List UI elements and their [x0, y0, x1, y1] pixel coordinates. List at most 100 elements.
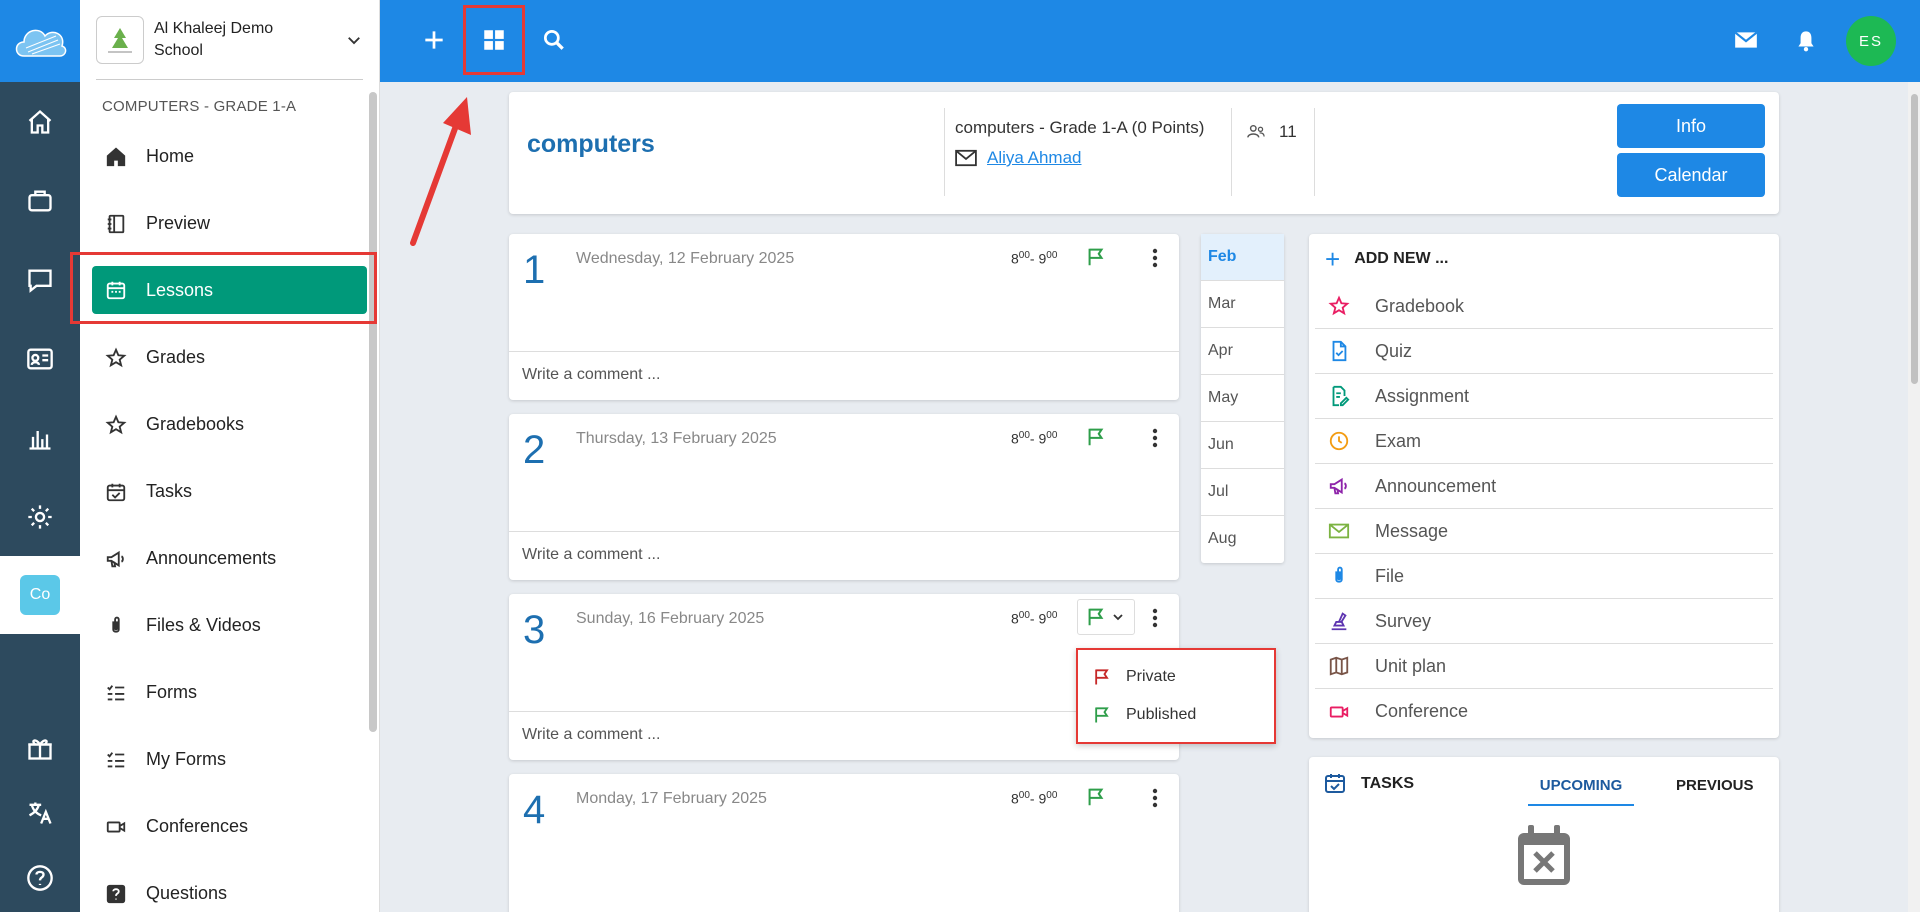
rail-profile[interactable]	[0, 319, 80, 398]
search-button[interactable]	[532, 18, 576, 62]
add-survey[interactable]: Survey	[1315, 599, 1773, 644]
rail-help[interactable]	[0, 845, 80, 910]
page-scrollbar[interactable]	[1908, 82, 1920, 912]
rail-home[interactable]	[0, 82, 80, 161]
add-quiz[interactable]: Quiz	[1315, 329, 1773, 374]
month-item[interactable]: Feb	[1201, 234, 1284, 281]
lesson-card-2[interactable]: 2 Thursday, 13 February 2025 800- 900 Wr…	[509, 414, 1179, 580]
calendar-empty-icon	[1518, 825, 1570, 885]
add-exam[interactable]: Exam	[1315, 419, 1773, 464]
month-item[interactable]: Aug	[1201, 516, 1284, 563]
nav-preview[interactable]: Preview	[80, 190, 379, 257]
calendar-button[interactable]: Calendar	[1617, 153, 1765, 197]
lesson-time: 800- 900	[1011, 250, 1058, 267]
add-new-header[interactable]: + ADD NEW ...	[1309, 234, 1779, 284]
mail-icon	[1734, 31, 1758, 48]
map-icon	[1329, 656, 1349, 676]
app-logo[interactable]	[0, 0, 80, 82]
comment-input[interactable]: Write a comment ...	[509, 351, 1179, 400]
option-published[interactable]: Published	[1078, 696, 1274, 734]
tasks-title: TASKS	[1361, 775, 1415, 792]
school-logo	[96, 15, 144, 64]
add-assignment[interactable]: Assignment	[1315, 374, 1773, 419]
chat-icon	[28, 269, 52, 293]
tab-upcoming[interactable]: UPCOMING	[1528, 777, 1634, 806]
month-item[interactable]: Apr	[1201, 328, 1284, 375]
chevron-down-icon	[1113, 614, 1123, 621]
lesson-card-1[interactable]: 1 Wednesday, 12 February 2025 800- 900 W…	[509, 234, 1179, 400]
course-header-card: computers computers - Grade 1-A (0 Point…	[509, 92, 1779, 214]
nav-forms[interactable]: Forms	[80, 659, 379, 726]
lesson-card-4[interactable]: 4 Monday, 17 February 2025 800- 900	[509, 774, 1179, 912]
add-button[interactable]	[412, 18, 456, 62]
add-announcement[interactable]: Announcement	[1315, 464, 1773, 509]
start-hour: 8	[1011, 790, 1019, 807]
more-vert-icon[interactable]	[1145, 786, 1165, 810]
nav-label: Gradebooks	[146, 414, 245, 434]
rail-settings[interactable]	[0, 477, 80, 556]
rail-messages[interactable]	[0, 240, 80, 319]
nav-label: Announcements	[146, 548, 277, 568]
nav-questions[interactable]: Questions	[80, 860, 379, 912]
more-vert-icon[interactable]	[1145, 426, 1165, 450]
flag-published-icon[interactable]	[1085, 246, 1107, 268]
school-crest-icon	[108, 27, 132, 52]
add-file[interactable]: File	[1315, 554, 1773, 599]
notifications-button[interactable]	[1784, 18, 1828, 62]
sidebar-scrollbar[interactable]	[369, 92, 377, 732]
scrollbar-thumb[interactable]	[1911, 94, 1918, 384]
course-title[interactable]: computers	[527, 130, 655, 159]
month-item[interactable]: Jul	[1201, 469, 1284, 516]
end-minutes: 00	[1046, 610, 1058, 621]
school-selector[interactable]: Al Khaleej Demo School	[96, 0, 363, 80]
mail-button[interactable]	[1724, 18, 1768, 62]
nav-label: My Forms	[146, 749, 226, 769]
rail-current-course[interactable]: Co	[0, 556, 80, 634]
lesson-number: 4	[523, 788, 546, 832]
option-private[interactable]: Private	[1078, 658, 1274, 696]
paperclip-icon	[1335, 566, 1343, 583]
flag-published-icon[interactable]	[1085, 426, 1107, 448]
comment-input[interactable]: Write a comment ...	[509, 531, 1179, 580]
nav-grades[interactable]: Grades	[80, 324, 379, 391]
star-icon	[105, 413, 127, 434]
add-unit-plan[interactable]: Unit plan	[1315, 644, 1773, 689]
home-filled-icon	[106, 147, 126, 166]
month-item[interactable]: May	[1201, 375, 1284, 422]
chevron-down-icon	[348, 36, 360, 44]
nav-tasks[interactable]: Tasks	[80, 458, 379, 525]
nav-my-forms[interactable]: My Forms	[80, 726, 379, 793]
start-minutes: 00	[1018, 610, 1030, 621]
add-gradebook[interactable]: Gradebook	[1315, 284, 1773, 329]
month-item[interactable]: Mar	[1201, 281, 1284, 328]
flag-published-icon[interactable]	[1085, 786, 1107, 808]
user-avatar[interactable]: ES	[1846, 16, 1896, 66]
rail-gift[interactable]	[0, 715, 80, 780]
members-count[interactable]: 11	[1245, 122, 1297, 142]
nav-conferences[interactable]: Conferences	[80, 793, 379, 860]
nav-home[interactable]: Home	[80, 123, 379, 190]
more-vert-icon[interactable]	[1145, 606, 1165, 630]
nav-files-videos[interactable]: Files & Videos	[80, 592, 379, 659]
nav-label: Forms	[146, 682, 197, 702]
nav-announcements[interactable]: Announcements	[80, 525, 379, 592]
rail-courses[interactable]	[0, 161, 80, 240]
highlight-dashboard-button	[463, 5, 525, 75]
add-item-label: Gradebook	[1375, 295, 1465, 316]
lesson-date: Monday, 17 February 2025	[576, 790, 767, 807]
add-message[interactable]: Message	[1315, 509, 1773, 554]
lesson-number: 1	[523, 248, 546, 292]
month-item[interactable]: Jun	[1201, 422, 1284, 469]
video-camera-icon	[1329, 706, 1349, 717]
lesson-date: Sunday, 16 February 2025	[576, 610, 765, 627]
envelope-icon	[1328, 523, 1350, 539]
header-divider	[944, 108, 945, 196]
tab-previous[interactable]: PREVIOUS	[1676, 777, 1754, 794]
add-conference[interactable]: Conference	[1315, 689, 1773, 734]
info-button[interactable]: Info	[1617, 104, 1765, 148]
nav-gradebooks[interactable]: Gradebooks	[80, 391, 379, 458]
rail-reports[interactable]	[0, 398, 80, 477]
more-vert-icon[interactable]	[1145, 246, 1165, 270]
teacher-link[interactable]: Aliya Ahmad	[955, 148, 1082, 168]
rail-language[interactable]	[0, 780, 80, 845]
